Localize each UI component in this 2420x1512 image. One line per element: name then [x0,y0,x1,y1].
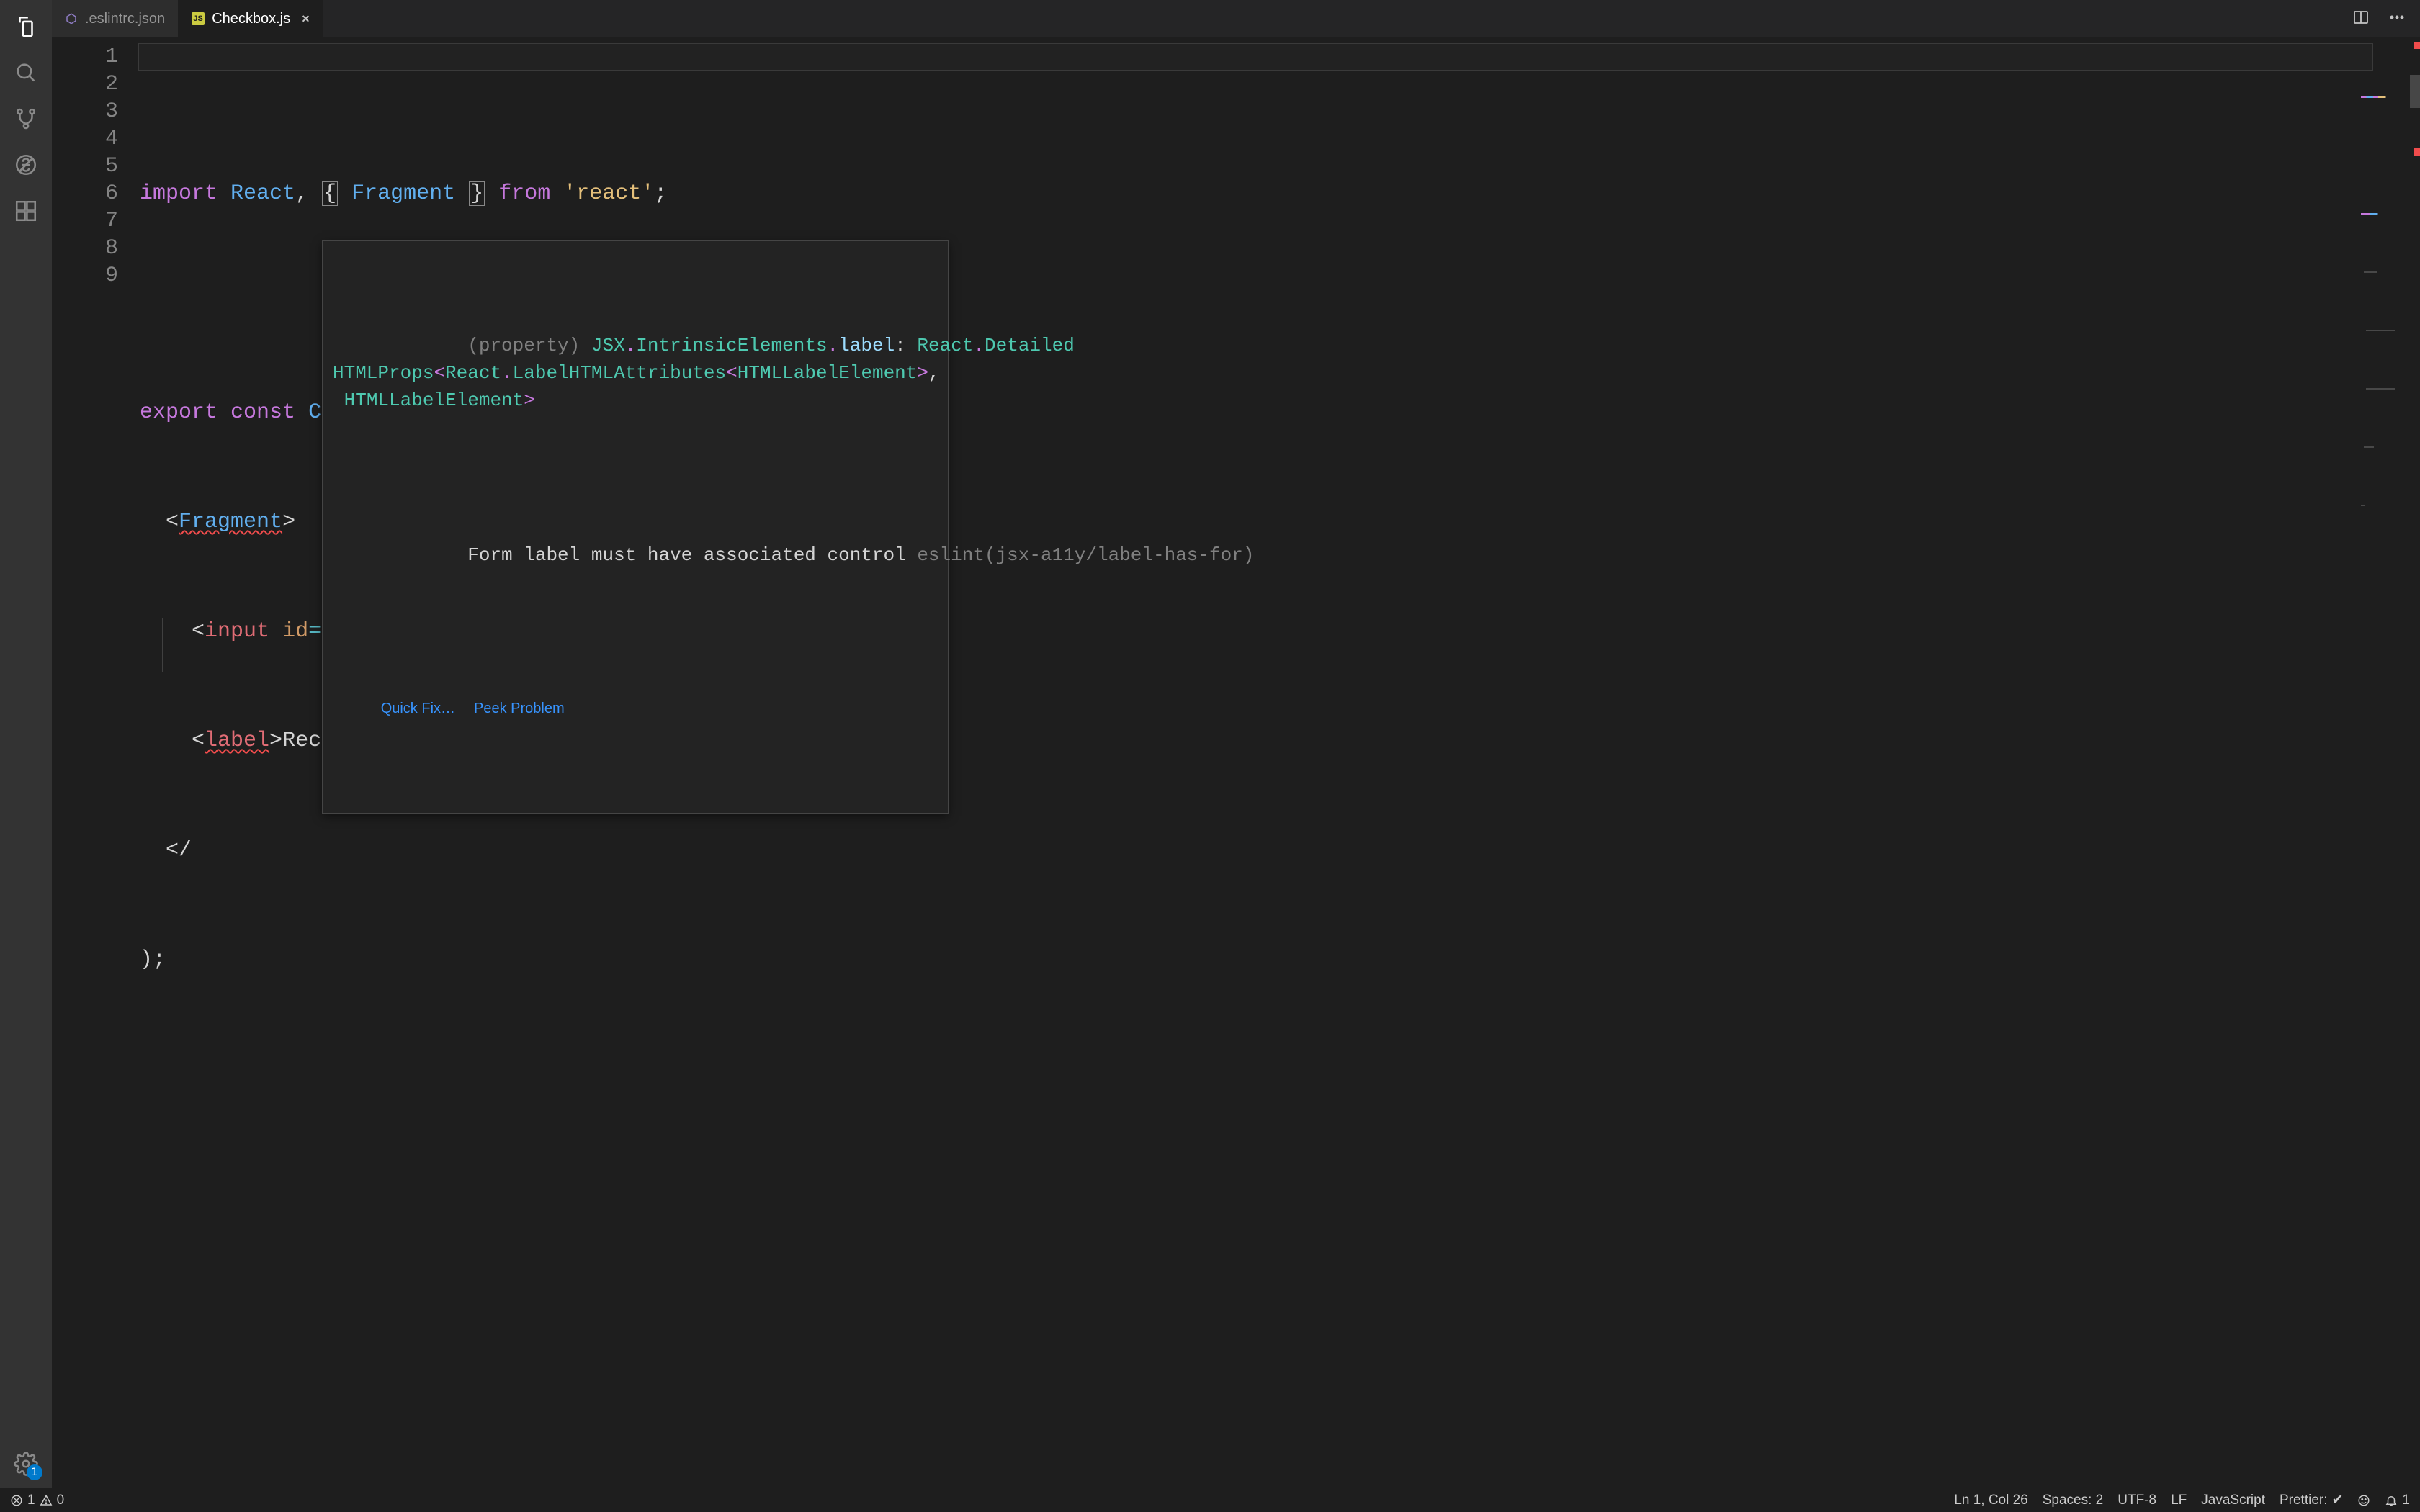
eol-status[interactable]: LF [2171,1493,2187,1508]
editor[interactable]: 1 2 3 4 5 6 7 8 9 import React, { Fragme… [52,37,2420,1488]
extensions-icon[interactable] [14,199,38,223]
code-line: import React, { Fragment } from 'react'; [138,180,2420,207]
explorer-icon[interactable] [14,14,38,39]
prettier-status[interactable]: Prettier: ✔ [2280,1492,2343,1508]
hover-diagnostic: Form label must have associated control … [323,505,948,605]
code-line: </ [138,837,2420,864]
hover-actions: Quick Fix… Peek Problem [323,660,948,758]
minimap-error-marker [2414,148,2420,156]
hover-widget: (property) JSX.IntrinsicElements.label: … [322,240,949,814]
js-file-icon: JS [192,12,205,25]
editor-group: .eslintrc.json JS Checkbox.js × 1 2 [52,0,2420,1488]
cursor-position[interactable]: Ln 1, Col 26 [1954,1493,2027,1508]
minimap-error-marker [2414,42,2420,49]
warning-count: 0 [57,1493,65,1508]
tab-bar: .eslintrc.json JS Checkbox.js × [52,0,2420,37]
check-icon: ✔ [2332,1492,2344,1508]
debug-disabled-icon[interactable] [14,153,38,177]
problems-status[interactable]: 1 0 [10,1493,64,1508]
activity-bar: 1 [0,0,52,1488]
settings-badge: 1 [27,1464,42,1480]
tab-label: .eslintrc.json [85,11,165,27]
hover-signature: (property) JSX.IntrinsicElements.label: … [323,296,948,450]
settings-gear-icon[interactable]: 1 [14,1452,38,1476]
tab-label: Checkbox.js [212,11,290,27]
close-icon[interactable]: × [302,12,310,27]
code-area[interactable]: import React, { Fragment } from 'react';… [138,37,2420,1488]
encoding-status[interactable]: UTF-8 [2118,1493,2156,1508]
eslint-file-icon [65,12,78,25]
warning-icon [40,1494,53,1507]
minimap[interactable] [2361,42,2413,164]
status-bar: 1 0 Ln 1, Col 26 Spaces: 2 UTF-8 LF Java… [0,1488,2420,1512]
notifications-icon[interactable]: 1 [2385,1493,2410,1508]
more-actions-icon[interactable] [2388,9,2406,30]
indentation-status[interactable]: Spaces: 2 [2043,1493,2104,1508]
search-icon[interactable] [14,60,38,85]
error-count: 1 [27,1493,35,1508]
split-editor-icon[interactable] [2352,9,2370,30]
error-icon [10,1494,23,1507]
language-mode[interactable]: JavaScript [2201,1493,2265,1508]
source-control-icon[interactable] [14,107,38,131]
app-shell: 1 .eslintrc.json JS Checkbox.js × [0,0,2420,1488]
tab-checkbox[interactable]: JS Checkbox.js × [179,0,323,37]
quick-fix-link[interactable]: Quick Fix… [381,701,455,716]
code-line: ); [138,946,2420,973]
peek-problem-link[interactable]: Peek Problem [474,701,565,716]
notification-count: 1 [2402,1493,2410,1508]
feedback-icon[interactable] [2357,1494,2370,1507]
tab-eslintrc[interactable]: .eslintrc.json [52,0,179,37]
line-number-gutter: 1 2 3 4 5 6 7 8 9 [52,37,138,1488]
current-line-highlight [138,43,2373,71]
code-line [138,1056,2420,1083]
